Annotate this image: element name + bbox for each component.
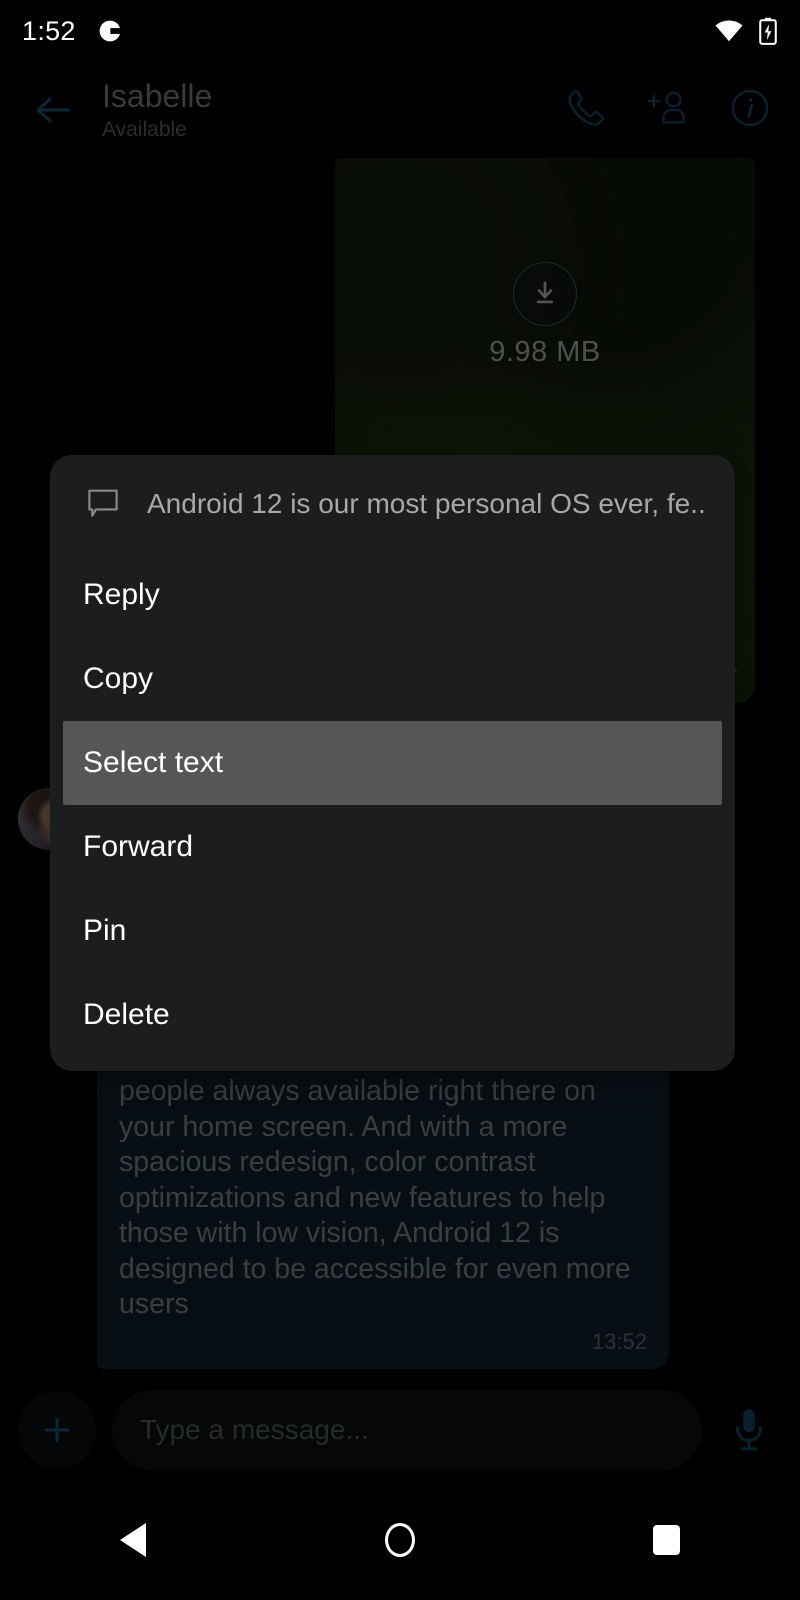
- wifi-icon: [715, 20, 743, 42]
- nav-recents-button[interactable]: [607, 1480, 727, 1600]
- menu-item-pin[interactable]: Pin: [50, 889, 735, 973]
- menu-item-pin-label: Pin: [83, 914, 127, 947]
- menu-item-reply-label: Reply: [83, 578, 160, 611]
- nav-back-icon: [120, 1523, 147, 1557]
- menu-item-forward-label: Forward: [83, 830, 194, 863]
- message-bubble-icon: [83, 484, 123, 524]
- menu-item-copy[interactable]: Copy: [50, 637, 735, 721]
- battery-charging-icon: [759, 17, 777, 45]
- nav-recents-icon: [653, 1525, 681, 1555]
- menu-item-copy-label: Copy: [83, 662, 154, 695]
- context-menu-bottom-padding: [50, 1057, 735, 1071]
- status-indicators: [714, 17, 778, 45]
- menu-item-forward[interactable]: Forward: [50, 805, 735, 889]
- message-context-menu: Android 12 is our most personal OS ever,…: [50, 455, 735, 1071]
- menu-item-reply[interactable]: Reply: [50, 553, 735, 637]
- context-menu-message-preview: Android 12 is our most personal OS ever,…: [147, 488, 705, 519]
- notification-app-icon: [99, 20, 121, 42]
- nav-home-button[interactable]: [340, 1480, 460, 1600]
- message-bubble-icon-glyph: [88, 489, 118, 517]
- status-bar: 1:52: [0, 0, 800, 62]
- android-navigation-bar: [0, 1480, 800, 1600]
- menu-item-select-text-label: Select text: [83, 746, 224, 779]
- menu-item-select-text[interactable]: Select text: [63, 721, 722, 805]
- status-time: 1:52: [22, 15, 76, 46]
- menu-item-delete-label: Delete: [83, 998, 170, 1031]
- context-menu-header: Android 12 is our most personal OS ever,…: [50, 455, 735, 553]
- menu-item-delete[interactable]: Delete: [50, 973, 735, 1057]
- phone-screen: 9.98 MB people always available right th…: [0, 0, 800, 1600]
- nav-back-button[interactable]: [73, 1480, 193, 1600]
- nav-home-icon: [384, 1523, 415, 1557]
